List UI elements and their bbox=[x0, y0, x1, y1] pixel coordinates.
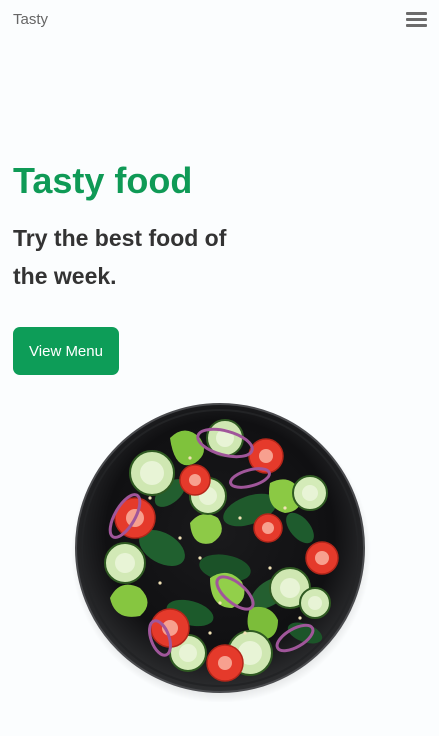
menu-icon-bar-2 bbox=[406, 18, 427, 21]
hero-subtitle: Try the best food of the week. bbox=[13, 225, 227, 289]
menu-icon-bar-3 bbox=[406, 24, 427, 27]
hamburger-menu-icon[interactable] bbox=[406, 10, 427, 28]
navbar: Tasty bbox=[0, 0, 439, 40]
view-menu-button[interactable]: View Menu bbox=[13, 327, 119, 375]
brand-logo[interactable]: Tasty bbox=[13, 11, 48, 28]
landing-page: Tasty Tasty food Try the best food of th… bbox=[0, 0, 439, 736]
hero-title: Tasty food bbox=[13, 160, 193, 201]
salad-bowl-image bbox=[70, 398, 372, 703]
menu-icon-bar-1 bbox=[406, 12, 427, 15]
